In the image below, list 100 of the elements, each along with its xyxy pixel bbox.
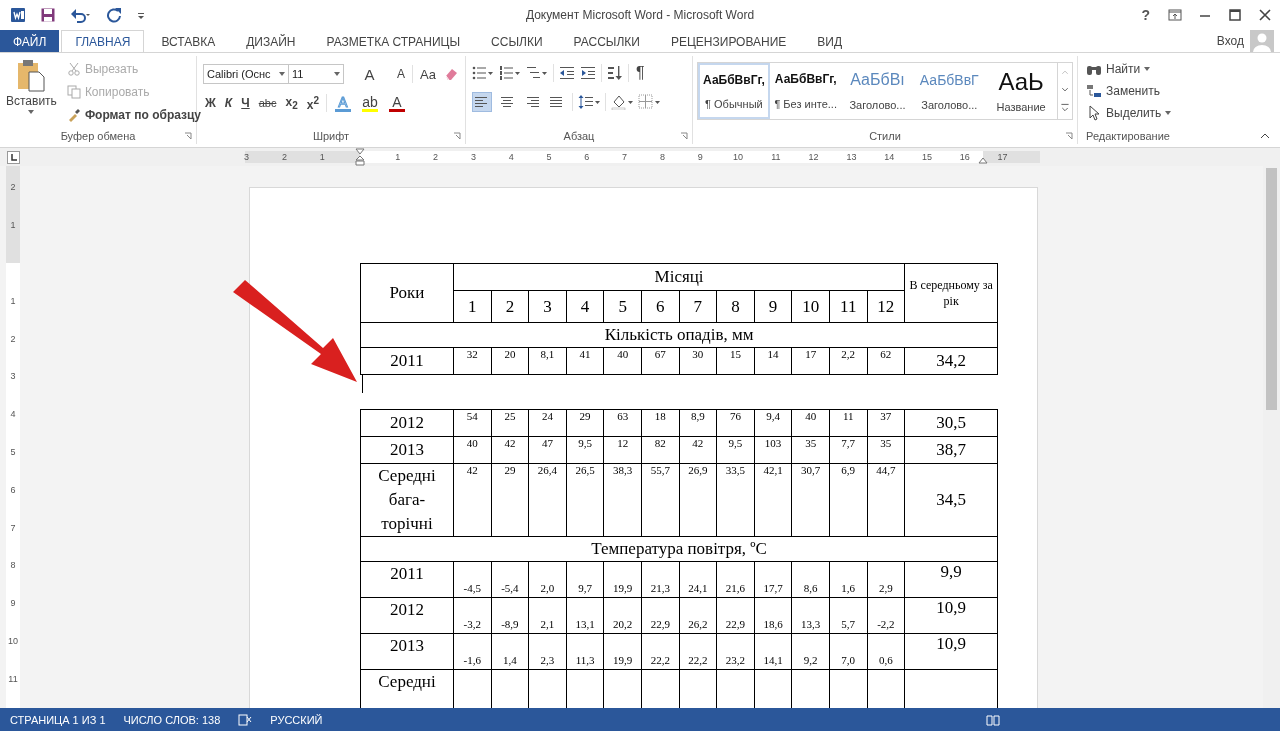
fontcolor-button[interactable]: A bbox=[385, 94, 408, 112]
dialog-launcher-icon[interactable] bbox=[184, 132, 192, 140]
table-cell: -1,6 bbox=[453, 633, 492, 670]
maximize-icon[interactable] bbox=[1228, 8, 1242, 22]
dialog-launcher-icon[interactable] bbox=[680, 132, 688, 140]
ruler-number: 3 bbox=[470, 151, 476, 163]
shading-icon[interactable] bbox=[611, 94, 633, 110]
section-title-cell: Кількість опадів, мм bbox=[360, 322, 998, 348]
sign-in-link[interactable]: Вход bbox=[1216, 34, 1250, 48]
ribbon-tab[interactable]: ГЛАВНАЯ bbox=[61, 30, 145, 53]
grow-font-button[interactable]: A bbox=[349, 65, 391, 83]
ribbon-tab[interactable]: РАЗМЕТКА СТРАНИЦЫ bbox=[312, 30, 475, 52]
change-case-button[interactable]: Aa bbox=[418, 66, 438, 82]
format-button[interactable]: Ж bbox=[203, 96, 218, 110]
tab-selector-icon[interactable] bbox=[7, 150, 20, 164]
word-count[interactable]: ЧИСЛО СЛОВ: 138 bbox=[123, 713, 221, 726]
table-cell: Середні бага- торічні bbox=[360, 463, 454, 537]
ribbon-tab[interactable]: ДИЗАЙН bbox=[232, 30, 310, 52]
replace-icon bbox=[1086, 82, 1102, 99]
table-cell: 29 bbox=[566, 409, 604, 437]
proofing-icon[interactable] bbox=[238, 712, 253, 727]
format-button[interactable]: Ч bbox=[239, 96, 252, 110]
help-button[interactable]: ? bbox=[1139, 7, 1152, 23]
style-item[interactable]: АаБбВı Заголово... bbox=[841, 63, 914, 119]
read-mode-icon[interactable] bbox=[986, 712, 1000, 727]
table-cell: 103 bbox=[754, 436, 792, 464]
redo-icon[interactable] bbox=[106, 7, 122, 23]
ribbon-display-icon[interactable] bbox=[1168, 8, 1182, 22]
paste-button[interactable]: Вставить bbox=[4, 58, 59, 126]
table-header-cell: 3 bbox=[528, 290, 567, 323]
multilevel-list-icon[interactable] bbox=[526, 65, 548, 81]
table-cell: 26,9 bbox=[679, 463, 717, 537]
indent-marker-icon[interactable] bbox=[355, 148, 365, 166]
format-button[interactable]: x$_{2}$ bbox=[283, 94, 300, 112]
highlight-button[interactable]: ab bbox=[358, 94, 381, 112]
table-cell: 18,6 bbox=[754, 597, 792, 634]
group-title: Абзац bbox=[563, 130, 595, 142]
table-cell: 14 bbox=[754, 347, 792, 375]
show-marks-button[interactable]: ¶ bbox=[634, 64, 647, 82]
ribbon-tab[interactable]: РАССЫЛКИ bbox=[559, 30, 654, 52]
table-cell: 2012 bbox=[360, 409, 454, 437]
table-cell: 13,3 bbox=[791, 597, 830, 634]
table-cell: 42 bbox=[453, 463, 492, 537]
page-count[interactable]: СТРАНИЦА 1 ИЗ 1 bbox=[10, 713, 106, 726]
table-cell: 2,3 bbox=[528, 633, 567, 670]
table-cell: 19,9 bbox=[603, 561, 642, 598]
close-icon[interactable] bbox=[1258, 8, 1272, 22]
collapse-ribbon-icon[interactable] bbox=[1260, 133, 1270, 139]
dialog-launcher-icon[interactable] bbox=[1065, 132, 1073, 140]
section-title-cell: Температура повітря, ºC bbox=[360, 536, 998, 562]
format-button[interactable]: abc bbox=[256, 97, 279, 109]
style-item[interactable]: АаБбВвГг, ¶ Без инте... bbox=[769, 63, 842, 119]
font-size-field[interactable]: 11 bbox=[288, 64, 344, 84]
find-button[interactable]: Найти bbox=[1084, 58, 1172, 79]
style-item[interactable]: АаБбВвГг, ¶ Обычный bbox=[698, 63, 770, 119]
clear-formatting-icon[interactable] bbox=[443, 66, 459, 82]
borders-icon[interactable] bbox=[638, 94, 660, 110]
shrink-font-button[interactable]: A bbox=[395, 67, 408, 81]
increase-indent-icon[interactable] bbox=[580, 65, 596, 81]
decrease-indent-icon[interactable] bbox=[559, 65, 575, 81]
format-button[interactable]: x$^{2}$ bbox=[304, 94, 321, 112]
align-left-icon bbox=[474, 94, 490, 110]
language-indicator[interactable]: РУССКИЙ bbox=[270, 713, 323, 726]
ribbon-tab[interactable]: ВИД bbox=[803, 30, 857, 52]
table-cell: 15 bbox=[716, 347, 755, 375]
sort-icon[interactable] bbox=[607, 65, 623, 81]
table-cell: 35 bbox=[791, 436, 830, 464]
table-cell: 67 bbox=[641, 347, 680, 375]
ribbon-tab[interactable]: ВСТАВКА bbox=[147, 30, 230, 52]
customize-icon[interactable] bbox=[136, 10, 146, 20]
copy-icon bbox=[66, 84, 81, 99]
painter-button[interactable]: Формат по образцу bbox=[64, 104, 204, 125]
font-name-field[interactable]: Calibri (Оснс bbox=[203, 64, 289, 84]
select-button[interactable]: Выделить bbox=[1084, 102, 1172, 123]
group-title: Стили bbox=[869, 130, 901, 142]
table-header-cell: 5 bbox=[603, 290, 642, 323]
group-title: Буфер обмена bbox=[60, 130, 136, 142]
style-item[interactable]: АаБбВвГ Заголово... bbox=[913, 63, 986, 119]
table-cell: -2,2 bbox=[867, 597, 905, 634]
ruler-number: 11 bbox=[7, 673, 19, 684]
table-cell: 34,5 bbox=[904, 463, 998, 537]
line-spacing-icon[interactable] bbox=[578, 94, 600, 110]
caret-icon bbox=[28, 110, 35, 114]
format-button[interactable]: К bbox=[222, 96, 235, 110]
align-left-button[interactable] bbox=[472, 92, 492, 112]
numbered-list-icon[interactable] bbox=[499, 65, 521, 81]
save-icon[interactable] bbox=[40, 7, 56, 23]
right-indent-marker-icon[interactable] bbox=[978, 156, 988, 164]
bullet-list-icon[interactable] bbox=[472, 65, 494, 81]
undo-icon[interactable] bbox=[70, 7, 92, 23]
style-item[interactable]: АаЬ Название bbox=[985, 63, 1057, 119]
table-header-cell: 7 bbox=[679, 290, 717, 323]
ribbon-tab[interactable]: РЕЦЕНЗИРОВАНИЕ bbox=[656, 30, 801, 52]
ruler-number: 5 bbox=[9, 447, 17, 457]
table-cell: -3,2 bbox=[453, 597, 492, 634]
dialog-launcher-icon[interactable] bbox=[453, 132, 461, 140]
ruler-number: 17 bbox=[997, 151, 1008, 163]
replace-button[interactable]: Заменить bbox=[1084, 80, 1172, 101]
ribbon-tab[interactable]: ССЫЛКИ bbox=[477, 30, 557, 52]
ribbon-tab[interactable]: ФАЙЛ bbox=[0, 30, 60, 52]
